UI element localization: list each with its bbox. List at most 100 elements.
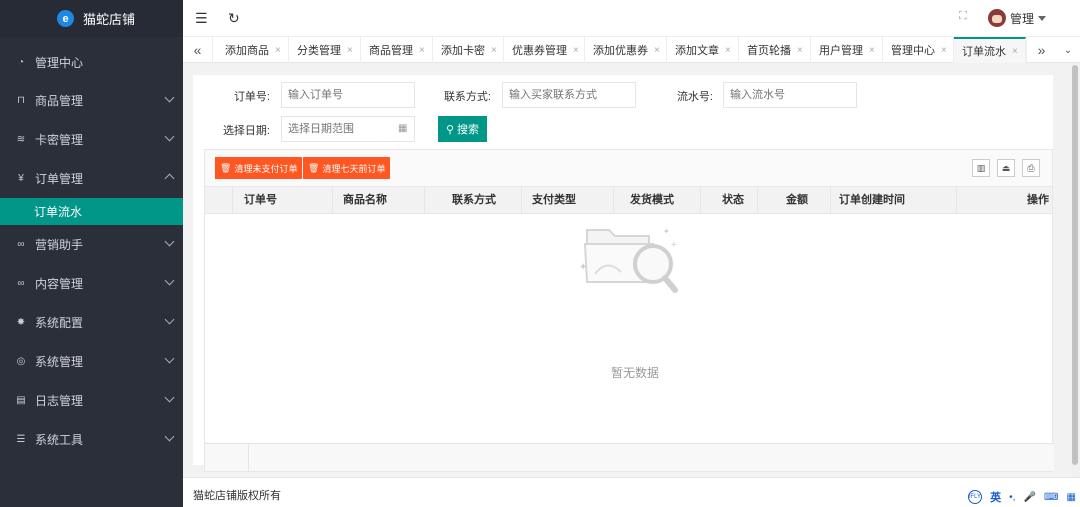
tab-label: 添加卡密 <box>441 45 485 57</box>
sidebar-item-label: 商品管理 <box>35 94 84 108</box>
tab-category[interactable]: 分类管理 × <box>289 37 361 63</box>
logo-icon: e <box>57 10 74 27</box>
tabs-prev-icon[interactable]: « <box>183 37 213 63</box>
print-icon[interactable]: ⎙ <box>1022 159 1040 177</box>
sidebar-item-logs[interactable]: ▤ 日志管理 <box>0 381 183 420</box>
keyboard-icon[interactable]: ⌨ <box>1044 492 1058 503</box>
user-menu[interactable]: 管理 <box>987 9 1046 27</box>
column-header[interactable]: 商品名称 <box>333 187 425 214</box>
ime-mode[interactable]: 英 <box>990 489 1001 505</box>
tab-dashboard[interactable]: 管理中心 × <box>883 37 954 63</box>
sidebar-logo[interactable]: e 猫蛇店铺 <box>0 0 183 37</box>
fullscreen-icon[interactable]: ⛶ <box>959 10 967 23</box>
empty-folder-icon: ✦ ✦ + <box>579 227 678 293</box>
sidebar-item-system-config[interactable]: ✸ 系统配置 <box>0 303 183 342</box>
tab-close-icon[interactable]: × <box>275 45 281 56</box>
tab-close-icon[interactable]: × <box>869 45 875 56</box>
trash-icon: 🗑 <box>308 162 320 173</box>
contact-label: 联系方式: <box>443 91 491 103</box>
tab-label: 优惠券管理 <box>512 45 567 57</box>
date-range-input[interactable] <box>281 116 415 142</box>
sidebar-item-system-manage[interactable]: ◎ 系统管理 <box>0 342 183 381</box>
chevron-down-icon <box>164 275 175 286</box>
tab-close-icon[interactable]: × <box>347 45 353 56</box>
chevron-down-icon <box>164 236 175 247</box>
tab-add-article[interactable]: 添加文章 × <box>667 37 739 63</box>
sidebar-item-dashboard[interactable]: ◔ 管理中心 <box>0 43 183 81</box>
column-header[interactable]: 支付类型 <box>522 187 614 214</box>
caret-down-icon <box>1038 15 1046 21</box>
apps-icon[interactable]: ▦ <box>1067 492 1076 503</box>
sidebar-item-tools[interactable]: ☰ 系统工具 <box>0 420 183 459</box>
serial-input[interactable] <box>723 82 857 108</box>
chevron-down-icon <box>164 353 175 364</box>
main-scrollbar[interactable] <box>1070 63 1080 477</box>
sidebar-subitem-order-flow[interactable]: 订单流水 <box>0 198 183 225</box>
order-no-input[interactable] <box>281 82 415 108</box>
sidebar-subitem-label: 订单流水 <box>34 205 83 219</box>
tab-close-icon[interactable]: × <box>797 45 803 56</box>
link-icon: ∞ <box>17 278 25 289</box>
microphone-icon[interactable]: 🎤 <box>1024 492 1036 503</box>
tab-label: 订单流水 <box>962 46 1006 58</box>
column-header[interactable]: 状态 <box>701 187 758 214</box>
columns-icon[interactable]: ▥ <box>972 159 990 177</box>
avatar <box>987 9 1006 27</box>
yen-icon: ¥ <box>18 173 24 184</box>
topbar: ☰ ↻ ⛶ 管理 <box>183 0 1080 37</box>
refresh-icon[interactable]: ↻ <box>228 10 240 27</box>
app-root: e 猫蛇店铺 ◔ 管理中心 ⊓ 商品管理 ≋ 卡密管理 ¥ 订单管理 订单流水 … <box>0 0 1080 507</box>
ime-toolbar[interactable]: iFLY 英 •, 🎤 ⌨ ▦ <box>964 487 1080 507</box>
column-header[interactable]: 金额 <box>758 187 831 214</box>
sidebar-item-label: 内容管理 <box>35 277 84 291</box>
user-name: 管理 <box>1009 11 1034 26</box>
tab-close-icon[interactable]: × <box>654 45 660 56</box>
sidebar-item-label: 系统配置 <box>35 316 84 330</box>
tab-products[interactable]: 商品管理 × <box>361 37 433 63</box>
tab-add-coupon[interactable]: 添加优惠券 × <box>585 37 667 63</box>
column-header[interactable]: 联系方式 <box>425 187 522 214</box>
column-header[interactable]: 订单号 <box>233 187 333 214</box>
sidebar-item-cards[interactable]: ≋ 卡密管理 <box>0 120 183 159</box>
column-header[interactable]: 订单创建时间 <box>831 187 957 214</box>
sidebar-item-label: 营销助手 <box>35 238 84 252</box>
export-icon[interactable]: ⏏ <box>997 159 1015 177</box>
svg-text:✦: ✦ <box>579 262 587 273</box>
ime-punct-icon[interactable]: •, <box>1009 492 1015 503</box>
sidebar-item-content[interactable]: ∞ 内容管理 <box>0 264 183 303</box>
tab-close-icon[interactable]: × <box>419 45 425 56</box>
tab-close-icon[interactable]: × <box>491 45 497 56</box>
clear-7days-button[interactable]: 🗑 清理七天前订单 <box>303 157 391 179</box>
tab-close-icon[interactable]: × <box>725 45 731 56</box>
tabs-next-icon[interactable]: » <box>1026 37 1056 63</box>
sidebar-item-label: 系统工具 <box>35 433 84 447</box>
tab-add-card[interactable]: 添加卡密 × <box>433 37 504 63</box>
settings-icon: ◎ <box>16 356 26 367</box>
tab-add-product[interactable]: 添加商品 × <box>217 37 289 63</box>
search-button[interactable]: ⚲ 搜索 <box>438 116 487 142</box>
contact-input[interactable] <box>502 82 636 108</box>
tab-coupons[interactable]: 优惠券管理 × <box>504 37 585 63</box>
tab-close-icon[interactable]: × <box>941 45 947 56</box>
tab-label: 用户管理 <box>819 45 863 57</box>
tab-label: 添加文章 <box>675 45 719 57</box>
table-footer <box>205 443 1054 471</box>
scrollbar-thumb[interactable] <box>1072 65 1078 465</box>
tab-users[interactable]: 用户管理 × <box>811 37 883 63</box>
search-button-label: 搜索 <box>457 124 480 136</box>
clear-unpaid-button[interactable]: 🗑 清理未支付订单 <box>215 157 303 179</box>
sidebar-item-products[interactable]: ⊓ 商品管理 <box>0 81 183 120</box>
column-header: 操作 <box>1027 194 1049 206</box>
sidebar-item-orders[interactable]: ¥ 订单管理 <box>0 159 183 198</box>
page-footer: 猫蛇店铺版权所有 <box>183 477 1080 507</box>
column-header[interactable]: 发货模式 <box>614 187 701 214</box>
collapse-menu-icon[interactable]: ☰ <box>195 10 208 27</box>
tab-order-flow[interactable]: 订单流水 × <box>954 37 1026 63</box>
tab-close-icon[interactable]: × <box>573 45 579 56</box>
tab-close-icon[interactable]: × <box>1012 46 1018 57</box>
sidebar-item-marketing[interactable]: ∞ 营销助手 <box>0 225 183 264</box>
search-icon: ⚲ <box>445 123 455 136</box>
tabs-menu-chevron-icon[interactable]: ⌄ <box>1056 37 1080 63</box>
sidebar-item-label: 管理中心 <box>35 55 84 70</box>
tab-carousel[interactable]: 首页轮播 × <box>739 37 811 63</box>
